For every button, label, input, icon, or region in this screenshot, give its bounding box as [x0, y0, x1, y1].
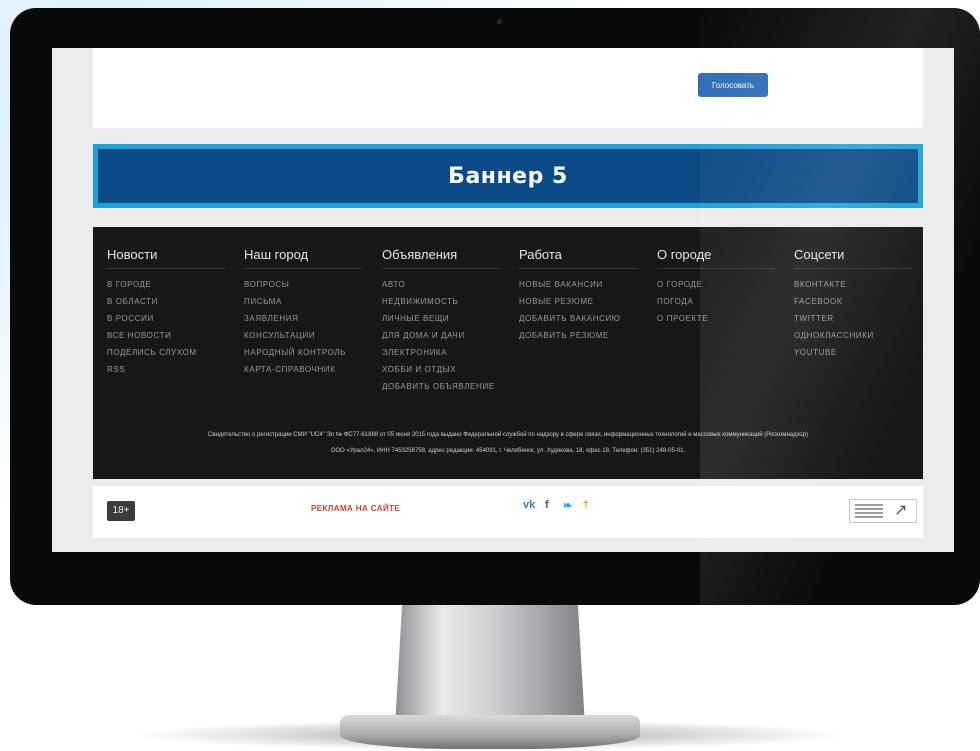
twitter-icon[interactable]: ❧ — [563, 499, 572, 512]
footer-heading: Объявления — [382, 247, 500, 269]
footer-link[interactable]: О ГОРОДЕ — [657, 279, 775, 290]
screen: Голосовать Баннер 5 Новости В ГОРОДЕ В ОБЛ… — [52, 48, 954, 552]
footer-link[interactable]: ВСЕ НОВОСТИ — [107, 330, 225, 341]
banner-text: Баннер 5 — [448, 163, 568, 189]
vote-button[interactable]: Голосовать — [698, 73, 768, 97]
advertising-link[interactable]: РЕКЛАМА НА САЙТЕ — [311, 504, 400, 513]
logo-text-lines — [855, 504, 883, 518]
camera-icon — [497, 19, 502, 24]
footer-link[interactable]: RSS — [107, 364, 225, 375]
footer-heading: Наш город — [244, 247, 362, 269]
odnoklassniki-icon[interactable]: † — [583, 499, 589, 511]
footer-column-jobs: Работа НОВЫЕ ВАКАНСИИ НОВЫЕ РЕЗЮМЕ ДОБАВИТЬ… — [519, 247, 637, 347]
footer-link[interactable]: НЕДВИЖИМОСТЬ — [382, 296, 500, 307]
footer-column-classifieds: Объявления АВТО НЕДВИЖИМОСТЬ ЛИЧНЫЕ ВЕЩИ ДЛЯ… — [382, 247, 500, 398]
footer-link[interactable]: ДОБАВИТЬ ВАКАНСИЮ — [519, 313, 637, 324]
footer-link[interactable]: ВКОНТАКТЕ — [794, 279, 912, 290]
footer-link[interactable]: В ГОРОДЕ — [107, 279, 225, 290]
footer-link[interactable]: КАРТА-СПРАВОЧНИК — [244, 364, 362, 375]
footer-link[interactable]: TWITTER — [794, 313, 912, 324]
footer-link[interactable]: В РОССИИ — [107, 313, 225, 324]
footer-link[interactable]: НОВЫЕ РЕЗЮМЕ — [519, 296, 637, 307]
vk-icon[interactable]: vk — [523, 499, 535, 511]
banner-5[interactable]: Баннер 5 — [93, 144, 923, 208]
footer-heading: О городе — [657, 247, 775, 269]
footer-link[interactable]: ДОБАВИТЬ РЕЗЮМЕ — [519, 330, 637, 341]
footer-link[interactable]: КОНСУЛЬТАЦИИ — [244, 330, 362, 341]
footer-link[interactable]: ВОПРОСЫ — [244, 279, 362, 290]
facebook-icon[interactable]: f — [545, 499, 549, 511]
footer-link[interactable]: ПИСЬМА — [244, 296, 362, 307]
footer-link[interactable]: ЛИЧНЫЕ ВЕЩИ — [382, 313, 500, 324]
footer-column-our-city: Наш город ВОПРОСЫ ПИСЬМА ЗАЯВЛЕНИЯ КОНСУЛЬТА… — [244, 247, 362, 381]
banner-inner: Баннер 5 — [98, 149, 918, 203]
footer-link[interactable]: ПОДЕЛИСЬ СЛУХОМ — [107, 347, 225, 358]
monitor-stand-base — [340, 715, 640, 749]
site-logo[interactable]: ↗ — [849, 499, 917, 523]
footer-link[interactable]: ЭЛЕКТРОНИКА — [382, 347, 500, 358]
footer-link[interactable]: ДЛЯ ДОМА И ДАЧИ — [382, 330, 500, 341]
footer-link[interactable]: FACEBOOK — [794, 296, 912, 307]
footer-heading: Новости — [107, 247, 225, 269]
footer-link[interactable]: ПОГОДА — [657, 296, 775, 307]
footer-link[interactable]: В ОБЛАСТИ — [107, 296, 225, 307]
footer-link[interactable]: АВТО — [382, 279, 500, 290]
footer-link[interactable]: YOUTUBE — [794, 347, 912, 358]
footer-link[interactable]: НАРОДНЫЙ КОНТРОЛЬ — [244, 347, 362, 358]
arrow-up-right-icon: ↗ — [894, 502, 908, 519]
footer-link[interactable]: НОВЫЕ ВАКАНСИИ — [519, 279, 637, 290]
poll-block: Голосовать — [93, 48, 923, 128]
footer-heading: Работа — [519, 247, 637, 269]
footer-column-social: Соцсети ВКОНТАКТЕ FACEBOOK TWITTER ОДНОКЛАСС… — [794, 247, 912, 364]
legal-company-text: ООО «Урал24», ИНН 7453258758, адрес реда… — [330, 448, 686, 454]
monitor-stand-neck — [395, 596, 585, 726]
site-footer: Новости В ГОРОДЕ В ОБЛАСТИ В РОССИИ ВСЕ НОВО… — [93, 227, 923, 479]
footer-link[interactable]: О ПРОЕКТЕ — [657, 313, 775, 324]
footer-link[interactable]: ДОБАВИТЬ ОБЪЯВЛЕНИЕ — [382, 381, 500, 392]
legal-registration-text: Свидетельство о регистрации СМИ "UC4" Эл… — [208, 432, 808, 438]
footer-heading: Соцсети — [794, 247, 912, 269]
footer-column-news: Новости В ГОРОДЕ В ОБЛАСТИ В РОССИИ ВСЕ НОВО… — [107, 247, 225, 381]
footer-link[interactable]: ХОББИ И ОТДЫХ — [382, 364, 500, 375]
age-rating-badge: 18+ — [107, 501, 135, 521]
bottom-bar: 18+ РЕКЛАМА НА САЙТЕ vk f ❧ † ↗ — [93, 486, 923, 538]
footer-link[interactable]: ОДНОКЛАССНИКИ — [794, 330, 912, 341]
footer-column-about-city: О городе О ГОРОДЕ ПОГОДА О ПРОЕКТЕ — [657, 247, 775, 330]
footer-link[interactable]: ЗАЯВЛЕНИЯ — [244, 313, 362, 324]
